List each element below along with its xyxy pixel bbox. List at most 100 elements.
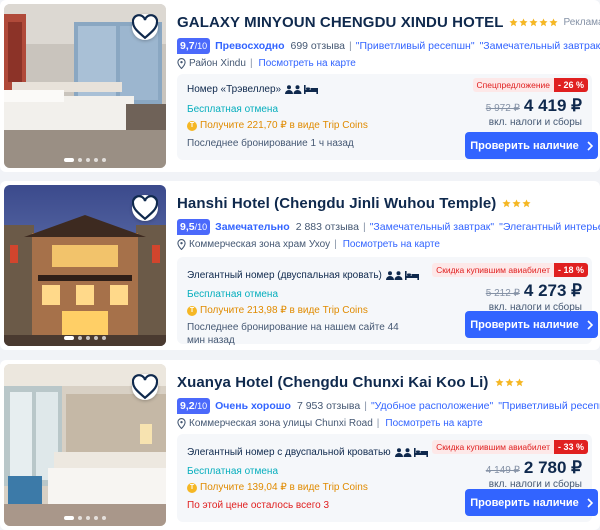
carousel-dot[interactable] (64, 158, 74, 162)
two-guests-icon (394, 448, 412, 457)
review-tag: "Приветливый ресепшн" (355, 40, 475, 52)
hotel-name[interactable]: GALAXY MINYOUN CHENGDU XINDU HOTEL (177, 14, 503, 31)
discount-percent: - 18 % (553, 263, 588, 277)
favorite-button[interactable] (132, 374, 158, 400)
check-availability-button[interactable]: Проверить наличие (465, 489, 598, 516)
review-tag: "Замечательный завтрак" (369, 221, 495, 233)
hotel-photo[interactable] (4, 185, 166, 346)
check-availability-label: Проверить наличие (470, 139, 579, 152)
carousel-dot[interactable] (102, 516, 106, 520)
trip-coins-text: Получите 139,04 ₽ в виде Trip Coins (200, 482, 368, 493)
bed-icon (304, 85, 319, 94)
location-pin-icon (177, 239, 186, 250)
old-price: 5 972 ₽ (485, 103, 520, 114)
free-cancellation: Бесплатная отмена (187, 466, 279, 477)
hotel-photo[interactable] (4, 364, 166, 526)
review-count[interactable]: 7 953 отзыва (297, 400, 360, 412)
star-icon (502, 199, 511, 208)
free-cancellation: Бесплатная отмена (187, 289, 279, 300)
carousel-dot[interactable] (78, 158, 82, 162)
star-icon (504, 378, 514, 387)
show-on-map-link[interactable]: Посмотреть на карте (385, 418, 482, 429)
carousel-dot[interactable] (64, 336, 74, 340)
current-price: 4 273 ₽ (523, 281, 582, 300)
check-availability-button[interactable]: Проверить наличие (465, 132, 598, 159)
trip-coins-text: Получите 213,98 ₽ в виде Trip Coins (200, 305, 368, 316)
deal-label: Скидка купившим авиабилет (432, 440, 554, 454)
favorite-button[interactable] (132, 195, 158, 221)
deal-label: Скидка купившим авиабилет (432, 263, 554, 277)
heart-icon (132, 374, 158, 400)
two-guests-icon (385, 271, 403, 280)
rating-score: 9,7 (180, 40, 195, 52)
separator: | (376, 418, 380, 429)
carousel-dot[interactable] (102, 158, 106, 162)
rooms-left-note: По этой цене осталось всего 3 (187, 500, 330, 511)
carousel-dot[interactable] (102, 336, 106, 340)
heart-icon (132, 14, 158, 40)
review-tag: "Замечательный завтрак" (479, 40, 600, 52)
two-guests-icon (285, 85, 302, 94)
carousel-dot[interactable] (94, 336, 98, 340)
hotel-card[interactable]: Xuanya Hotel (Chengdu Chunxi Kai Koo Li)… (0, 360, 600, 530)
rating-max: /10 (194, 222, 208, 232)
review-count[interactable]: 2 883 отзыва (296, 221, 359, 233)
discount-percent: - 26 % (553, 78, 588, 92)
trip-coins: T Получите 213,98 ₽ в виде Trip Coins (187, 305, 368, 316)
discount-percent: - 33 % (553, 440, 588, 454)
review-tag: "Приветливый ресепшн" (498, 400, 600, 412)
separator: | (349, 40, 352, 52)
carousel-dot[interactable] (64, 516, 74, 520)
old-price: 5 212 ₽ (485, 288, 520, 299)
coin-icon: T (187, 120, 197, 131)
show-on-map-link[interactable]: Посмотреть на карте (259, 58, 356, 69)
trip-coins-text: Получите 221,70 ₽ в виде Trip Coins (200, 120, 368, 131)
carousel-dot[interactable] (78, 336, 82, 340)
hotel-photo[interactable] (4, 4, 166, 168)
carousel-dot[interactable] (78, 516, 82, 520)
deal-badge: Скидка купившим авиабилет - 33 % (432, 440, 588, 454)
hotel-card[interactable]: GALAXY MINYOUN CHENGDU XINDU HOTEL Рекла… (0, 0, 600, 172)
rating-badge: 9,7/10 (177, 38, 211, 54)
chevron-right-icon (587, 319, 593, 330)
separator: | (334, 239, 337, 250)
hotel-card[interactable]: Hanshi Hotel (Chengdu Jinli Wuhou Temple… (0, 181, 600, 350)
room-icons (385, 271, 419, 280)
bed-icon (404, 271, 419, 280)
chevron-right-icon (587, 140, 593, 151)
carousel-dot[interactable] (94, 158, 98, 162)
carousel-dot[interactable] (86, 336, 90, 340)
carousel-dot[interactable] (86, 516, 90, 520)
separator: | (364, 400, 367, 412)
deal-label: Спецпредложение (472, 78, 554, 92)
star-icon (514, 378, 524, 387)
review-tag: "Удобное расположение" (370, 400, 494, 412)
coin-icon: T (187, 305, 197, 316)
check-availability-button[interactable]: Проверить наличие (465, 311, 598, 338)
trip-coins: T Получите 139,04 ₽ в виде Trip Coins (187, 482, 368, 493)
carousel-dots (4, 516, 166, 520)
bed-icon (413, 448, 428, 457)
room-name: Элегантный номер с двуспальной кроватью (187, 447, 391, 458)
hotel-name[interactable]: Xuanya Hotel (Chengdu Chunxi Kai Koo Li) (177, 374, 489, 391)
rating-score: 9,2 (180, 400, 195, 412)
star-icon (494, 378, 504, 387)
current-price: 2 780 ₽ (523, 458, 582, 477)
star-icon (519, 18, 529, 27)
location-pin-icon (177, 418, 186, 429)
carousel-dot[interactable] (94, 516, 98, 520)
show-on-map-link[interactable]: Посмотреть на карте (343, 239, 440, 250)
room-icons (285, 85, 319, 94)
deal-badge: Скидка купившим авиабилет - 18 % (432, 263, 588, 277)
star-rating (494, 378, 524, 387)
carousel-dot[interactable] (86, 158, 90, 162)
room-name: Номер «Трэвеллер» (187, 84, 282, 95)
deal-badge: Спецпредложение - 26 % (472, 78, 588, 92)
hotel-name[interactable]: Hanshi Hotel (Chengdu Jinli Wuhou Temple… (177, 195, 496, 212)
room-name: Элегантный номер (двуспальная кровать) (187, 270, 382, 281)
location-text: Коммерческая зона улицы Chunxi Road (189, 418, 373, 429)
favorite-button[interactable] (132, 14, 158, 40)
star-icon (539, 18, 549, 27)
trip-coins: T Получите 221,70 ₽ в виде Trip Coins (187, 120, 368, 131)
review-count[interactable]: 699 отзыва (291, 40, 346, 52)
